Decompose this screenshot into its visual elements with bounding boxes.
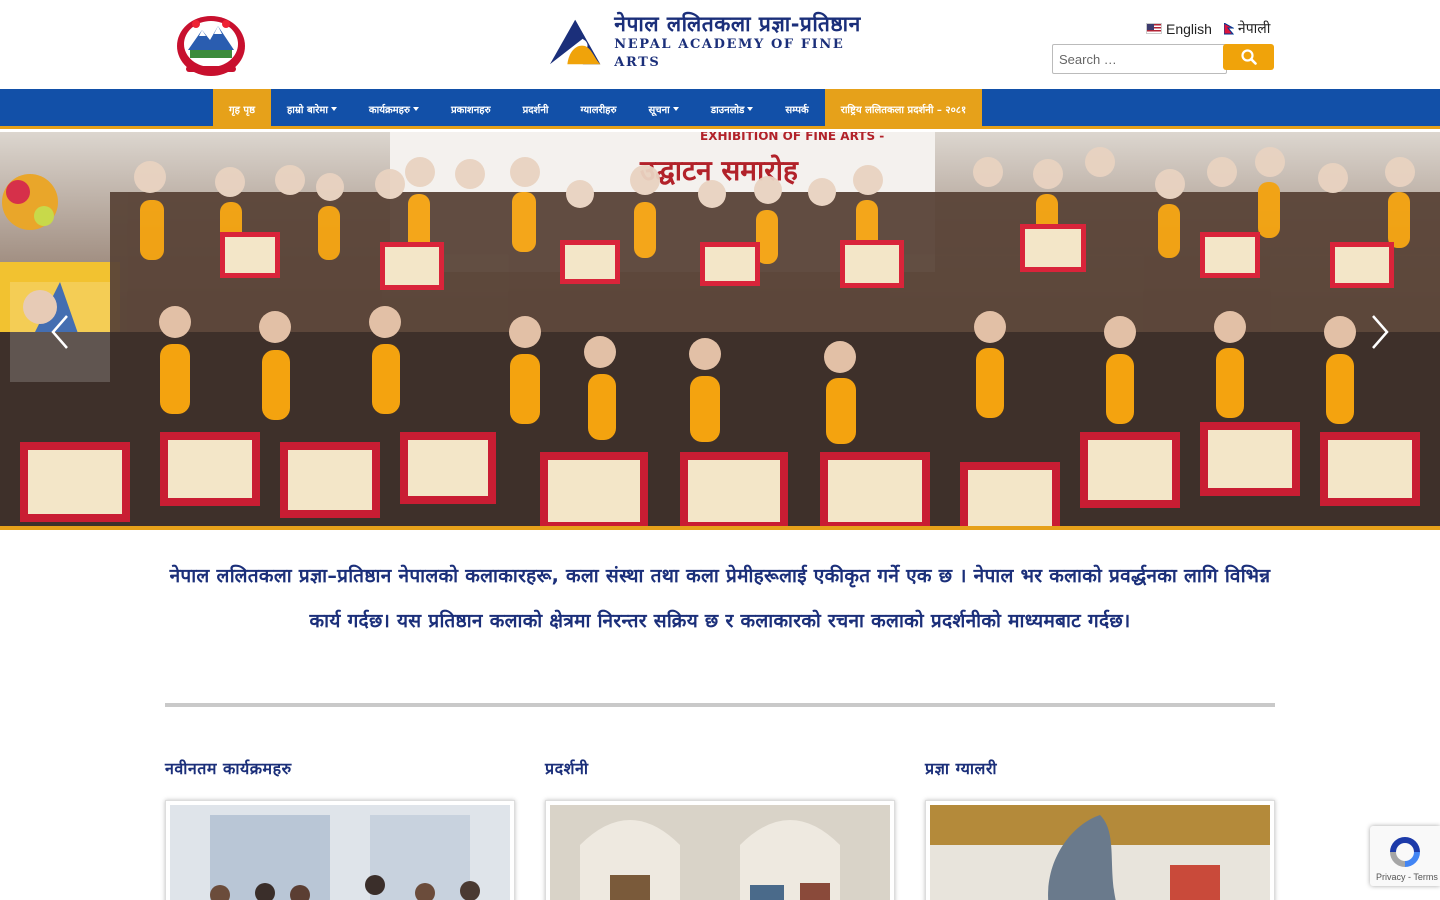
language-nepali-label: नेपाली — [1237, 20, 1271, 36]
caret-down-icon — [747, 107, 754, 111]
section-divider — [165, 703, 1275, 707]
recaptcha-icon — [1390, 837, 1420, 867]
latest-programs-image — [170, 805, 510, 900]
language-english[interactable]: English — [1146, 19, 1212, 38]
brand-nepali-name: नेपाल ललितकला प्रज्ञा-प्रतिष्ठान — [614, 12, 861, 36]
brand-english-name: NEPAL ACADEMY OF FINE ARTS — [614, 37, 845, 70]
banner-english-text: EXHIBITION OF FINE ARTS - — [700, 132, 884, 143]
pragya-gallery-image — [930, 805, 1270, 900]
site-header: नेपाल ललितकला प्रज्ञा-प्रतिष्ठान NEPAL A… — [0, 0, 1440, 89]
nav-item-label: गृह पृष्ठ — [229, 105, 255, 116]
exhibition-image — [550, 805, 890, 900]
recaptcha-badge[interactable]: Privacy - Terms — [1370, 826, 1440, 886]
hero-slider: उद्घाटन समारोह EXHIBITION OF FINE ARTS - — [0, 132, 1440, 530]
academy-brand[interactable]: नेपाल ललितकला प्रज्ञा-प्रतिष्ठान NEPAL A… — [548, 12, 888, 70]
nav-item-national-exhibition[interactable]: राष्ट्रिय ललितकला प्रदर्शनी – २०८१ — [824, 89, 983, 129]
nav-item-exhibition[interactable]: प्रदर्शनी — [507, 89, 565, 129]
nav-item-galleries[interactable]: ग्यालरीहरु — [565, 89, 633, 129]
chevron-left-icon — [51, 315, 68, 349]
nav-item-download[interactable]: डाउनलोड — [695, 89, 770, 129]
main-navbar: गृह पृष्ठ हाम्रो बारेमा कार्यक्रमहरु प्र… — [0, 89, 1440, 129]
nav-item-label: सम्पर्क — [785, 105, 809, 116]
nav-item-label: कार्यक्रमहरु — [368, 105, 410, 116]
exhibition-card[interactable] — [545, 800, 895, 900]
language-english-label: English — [1166, 20, 1212, 37]
latest-programs-title[interactable]: नवीनतम कार्यक्रमहरु — [165, 757, 292, 779]
latest-programs-card[interactable] — [165, 800, 515, 900]
caret-down-icon — [672, 107, 679, 111]
slider-prev-button[interactable] — [10, 282, 110, 382]
caret-down-icon — [330, 107, 337, 111]
nav-item-home[interactable]: गृह पृष्ठ — [213, 89, 271, 129]
nav-item-label: प्रकाशनहरु — [450, 105, 491, 116]
academy-logo-icon — [549, 19, 601, 65]
pragya-gallery-card[interactable] — [925, 800, 1275, 900]
nepal-flag-icon — [1223, 22, 1234, 35]
nepal-government-emblem-icon[interactable] — [172, 10, 250, 78]
nav-item-label: हाम्रो बारेमा — [287, 105, 328, 116]
nav-item-label: डाउनलोड — [710, 105, 745, 116]
search-icon — [1240, 49, 1257, 65]
hero-slide-image: उद्घाटन समारोह EXHIBITION OF FINE ARTS - — [0, 132, 1440, 526]
pragya-gallery-title[interactable]: प्रज्ञा ग्यालरी — [925, 757, 997, 779]
nav-item-contact[interactable]: सम्पर्क — [769, 89, 824, 129]
recaptcha-privacy-link[interactable]: Privacy — [1376, 872, 1406, 882]
recaptcha-terms-link[interactable]: Terms — [1413, 872, 1438, 882]
nav-item-notice[interactable]: सूचना — [632, 89, 694, 129]
nav-item-label: ग्यालरीहरु — [580, 105, 617, 116]
nav-item-label: सूचना — [648, 105, 670, 116]
language-switcher: English नेपाली — [1146, 19, 1270, 38]
exhibition-title[interactable]: प्रदर्शनी — [545, 757, 589, 779]
search-input[interactable] — [1052, 44, 1227, 74]
slider-next-button[interactable] — [1330, 282, 1430, 382]
language-nepali[interactable]: नेपाली — [1223, 19, 1271, 38]
nav-item-label: राष्ट्रिय ललितकला प्रदर्शनी – २०८१ — [840, 105, 967, 116]
search-form — [1052, 44, 1274, 74]
intro-text: नेपाल ललितकला प्रज्ञा–प्रतिष्ठान नेपालको… — [169, 565, 1271, 632]
chevron-right-icon — [1372, 315, 1389, 349]
recaptcha-links: Privacy - Terms — [1376, 872, 1438, 882]
nav-item-programs[interactable]: कार्यक्रमहरु — [353, 89, 435, 129]
nav-item-publications[interactable]: प्रकाशनहरु — [435, 89, 507, 129]
search-button[interactable] — [1223, 44, 1274, 70]
us-flag-icon — [1146, 23, 1162, 34]
main-nav: गृह पृष्ठ हाम्रो बारेमा कार्यक्रमहरु प्र… — [213, 89, 983, 129]
nav-item-label: प्रदर्शनी — [522, 105, 549, 116]
caret-down-icon — [412, 107, 419, 111]
nav-item-about[interactable]: हाम्रो बारेमा — [271, 89, 353, 129]
